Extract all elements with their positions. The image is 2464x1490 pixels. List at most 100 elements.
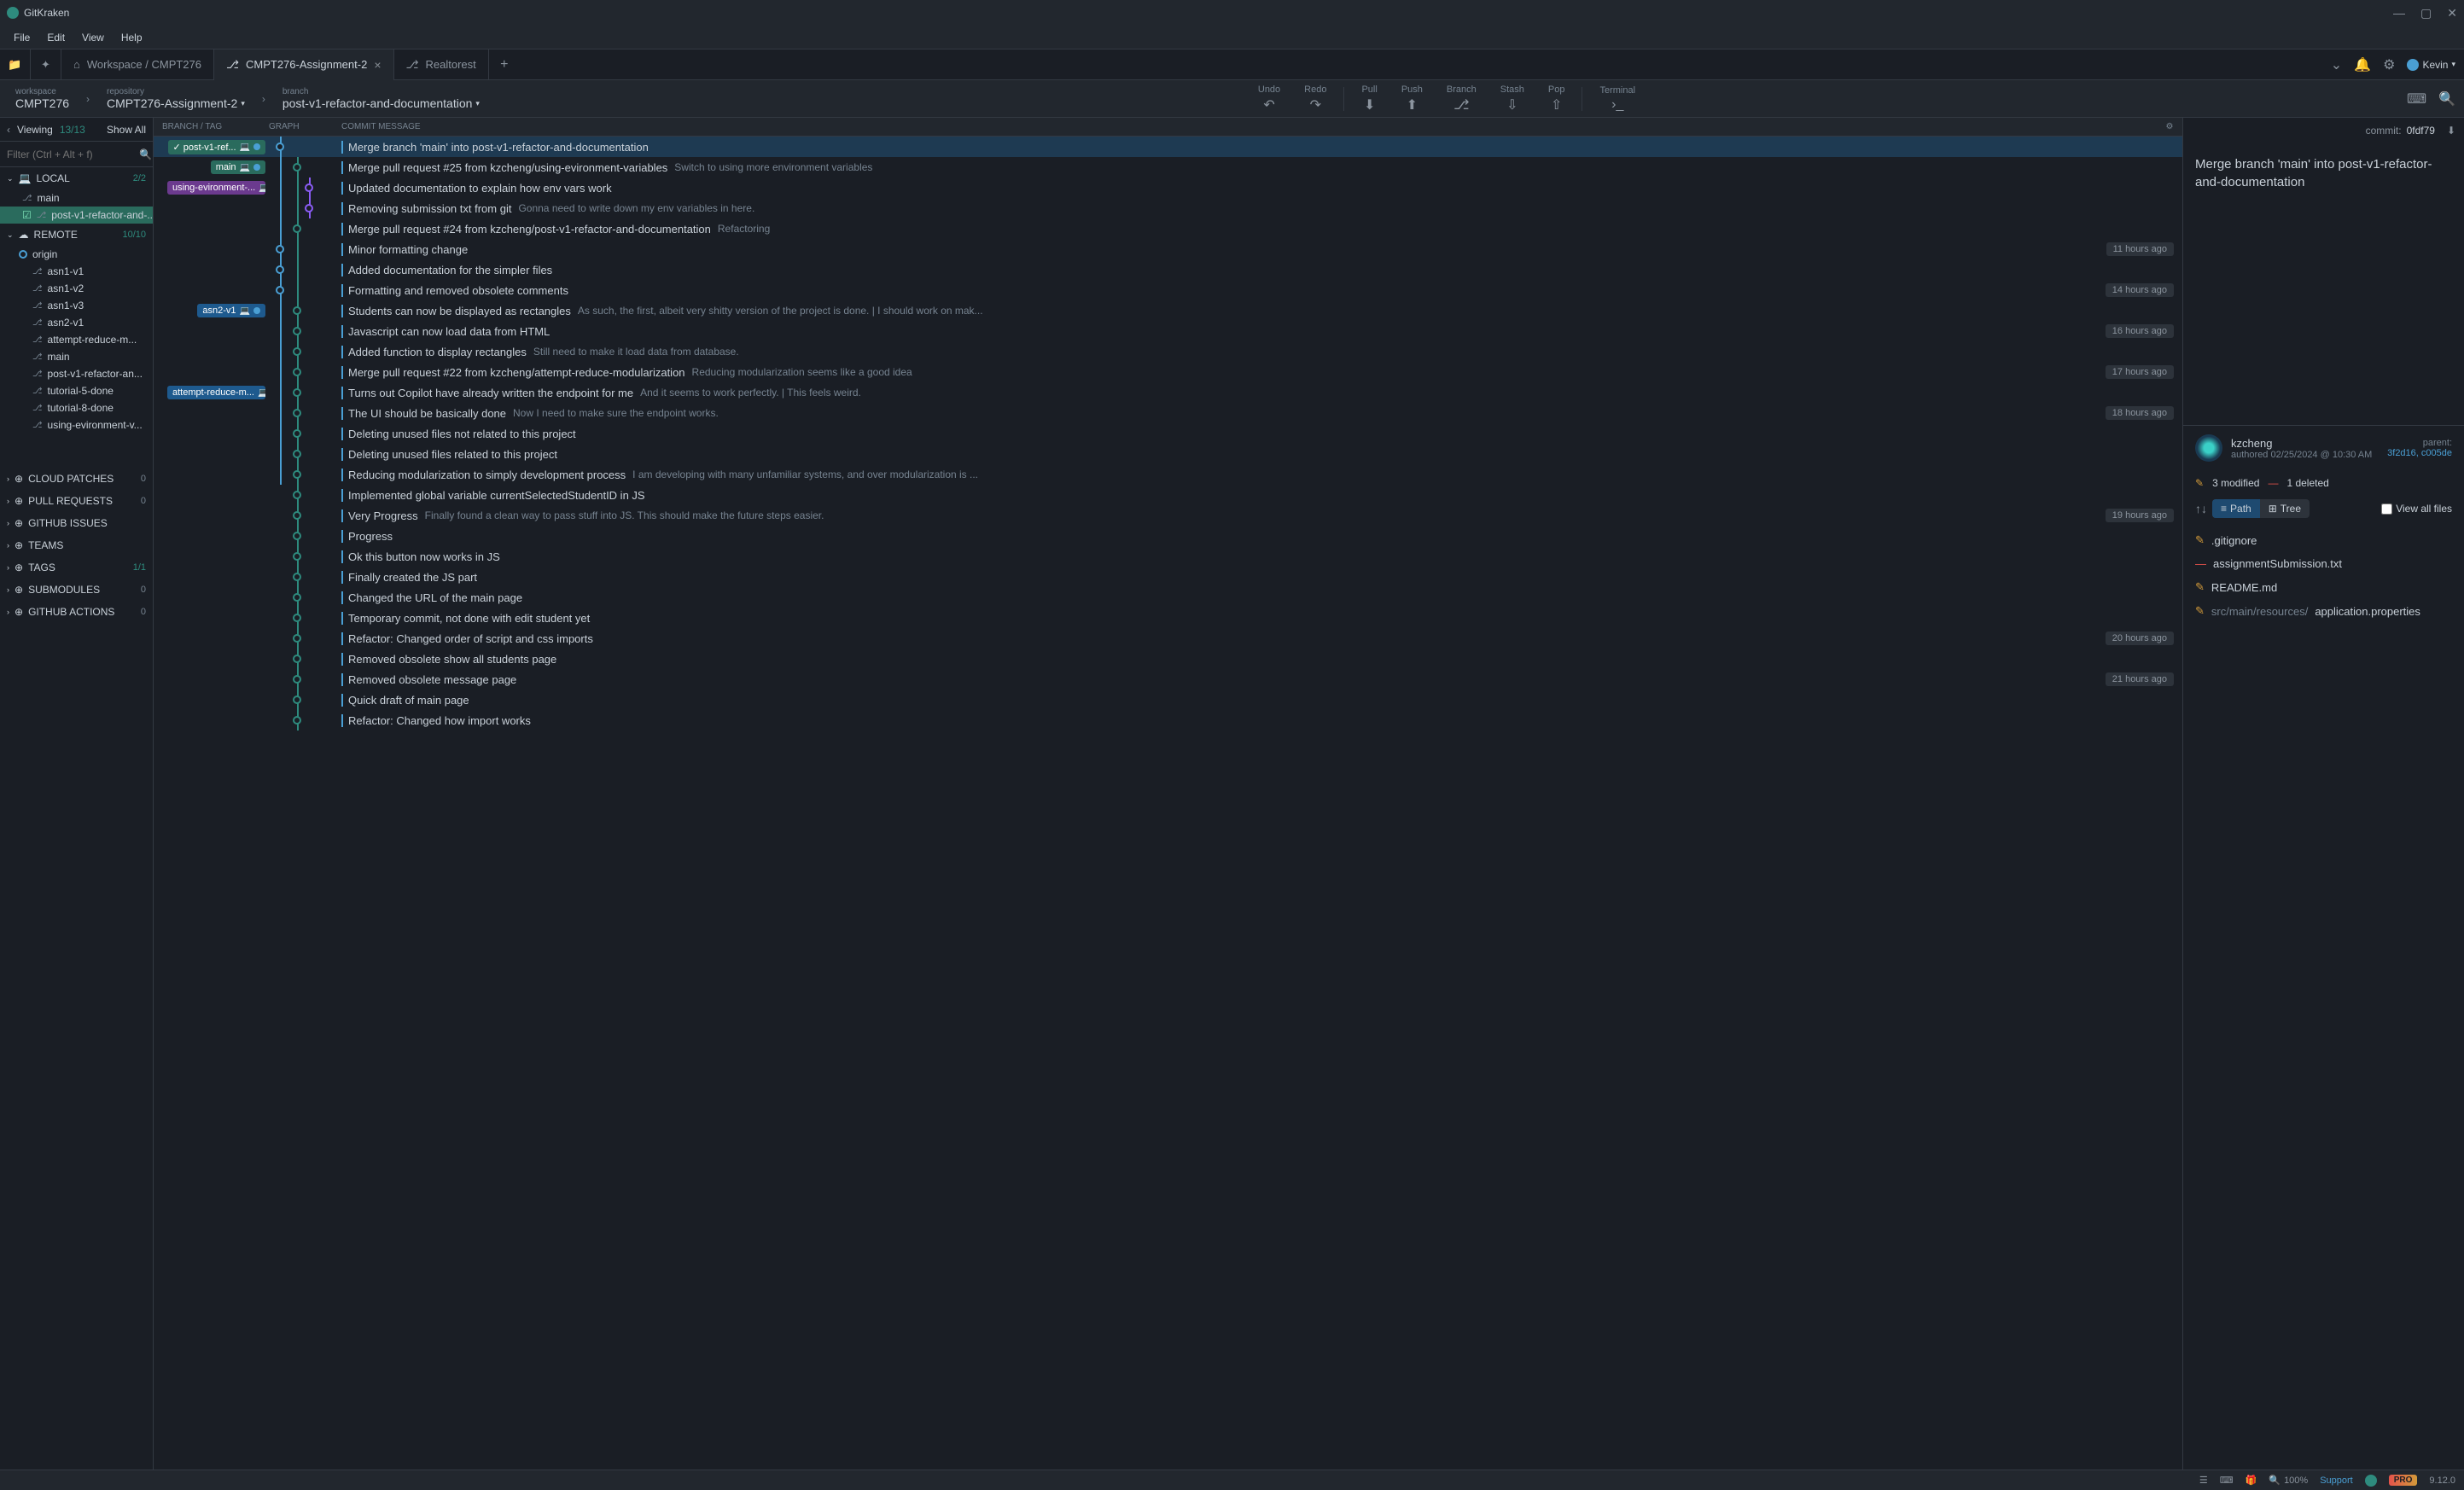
settings-icon[interactable]: ⚙ xyxy=(2383,56,2395,73)
commit-row[interactable]: Refactor: Changed order of script and cs… xyxy=(154,628,2182,649)
close-icon[interactable]: × xyxy=(374,58,381,72)
commit-row[interactable]: Merge pull request #22 from kzcheng/atte… xyxy=(154,362,2182,382)
branch-button[interactable]: Branch⎇ xyxy=(1436,84,1487,113)
commit-row[interactable]: Merge pull request #24 from kzcheng/post… xyxy=(154,218,2182,239)
section-github-actions[interactable]: ›⊕GITHUB ACTIONS0 xyxy=(0,601,153,623)
sidebar-local-branch[interactable]: ⎇ main xyxy=(0,189,153,207)
sidebar-remote-branch[interactable]: ⎇ post-v1-refactor-an... xyxy=(0,365,153,382)
tab-repo[interactable]: ⎇ Realtorest xyxy=(394,49,489,80)
commit-row[interactable]: Finally created the JS part xyxy=(154,567,2182,587)
list-icon[interactable]: ☰ xyxy=(2199,1475,2208,1486)
section-local[interactable]: ⌄💻 LOCAL 2/2 xyxy=(0,167,153,189)
file-row[interactable]: —assignmentSubmission.txt xyxy=(2195,552,2452,575)
search-icon[interactable]: 🔍 xyxy=(2438,90,2455,108)
file-row[interactable]: ✎README.md xyxy=(2195,575,2452,599)
commit-row[interactable]: Added function to display rectanglesStil… xyxy=(154,341,2182,362)
branch-tag[interactable]: attempt-reduce-m... 💻 xyxy=(167,386,265,399)
open-folder-icon[interactable]: 📁 xyxy=(0,49,31,80)
section-github-issues[interactable]: ›⊕GITHUB ISSUES xyxy=(0,512,153,534)
undo-button[interactable]: Undo↶ xyxy=(1248,84,1290,113)
commit-row[interactable]: Quick draft of main page xyxy=(154,690,2182,710)
notifications-icon[interactable]: 🔔 xyxy=(2354,56,2371,73)
minimize-button[interactable]: — xyxy=(2393,6,2405,20)
zoom-control[interactable]: 🔍 100% xyxy=(2269,1475,2308,1486)
terminal-button[interactable]: Terminal›_ xyxy=(1589,85,1646,113)
sidebar-remote-branch[interactable]: ⎇ asn1-v3 xyxy=(0,297,153,314)
file-row[interactable]: ✎.gitignore xyxy=(2195,528,2452,552)
back-button[interactable]: ‹ xyxy=(7,124,10,136)
commit-row[interactable]: attempt-reduce-m... 💻 Turns out Copilot … xyxy=(154,382,2182,403)
commit-row[interactable]: Ok this button now works in JS xyxy=(154,546,2182,567)
commit-row[interactable]: main 💻 Merge pull request #25 from kzche… xyxy=(154,157,2182,178)
sidebar-remote-branch[interactable]: ⎇ asn1-v2 xyxy=(0,280,153,297)
keyboard-icon[interactable]: ⌨ xyxy=(2407,90,2426,108)
commit-row[interactable]: Added documentation for the simpler file… xyxy=(154,259,2182,280)
menu-help[interactable]: Help xyxy=(113,28,151,47)
sidebar-remote-branch[interactable]: ⎇ using-evironment-v... xyxy=(0,416,153,434)
view-all-checkbox[interactable] xyxy=(2381,503,2392,515)
section-cloud-patches[interactable]: ›⊕CLOUD PATCHES0 xyxy=(0,468,153,490)
commit-row[interactable]: Very ProgressFinally found a clean way t… xyxy=(154,505,2182,526)
menu-file[interactable]: File xyxy=(5,28,38,47)
add-tab-button[interactable]: + xyxy=(489,57,520,73)
commit-row[interactable]: Removed obsolete message page21 hours ag… xyxy=(154,669,2182,690)
commit-row[interactable]: Progress xyxy=(154,526,2182,546)
stash-button[interactable]: Stash⇩ xyxy=(1490,84,1535,113)
sort-icon[interactable]: ↑↓ xyxy=(2195,502,2207,515)
sidebar-local-branch[interactable]: ☑ ⎇ post-v1-refactor-and-... xyxy=(0,207,153,224)
filter-input[interactable] xyxy=(7,148,139,160)
maximize-button[interactable]: ▢ xyxy=(2420,6,2432,20)
section-submodules[interactable]: ›⊕SUBMODULES0 xyxy=(0,579,153,601)
commit-row[interactable]: Javascript can now load data from HTML16… xyxy=(154,321,2182,341)
close-button[interactable]: ✕ xyxy=(2447,6,2457,20)
tab-repo-active[interactable]: ⎇ CMPT276-Assignment-2 × xyxy=(214,49,394,80)
commit-row[interactable]: Formatting and removed obsolete comments… xyxy=(154,280,2182,300)
commit-row[interactable]: Reducing modularization to simply develo… xyxy=(154,464,2182,485)
gk-icon[interactable] xyxy=(2365,1475,2377,1487)
commit-row[interactable]: Implemented global variable currentSelec… xyxy=(154,485,2182,505)
parent-commits[interactable]: parent: 3f2d16, c005de xyxy=(2387,438,2452,458)
user-menu[interactable]: Kevin ▾ xyxy=(2407,59,2455,71)
commit-row[interactable]: using-evironment-... 💻 Updated documenta… xyxy=(154,178,2182,198)
commit-row[interactable]: The UI should be basically doneNow I nee… xyxy=(154,403,2182,423)
redo-button[interactable]: Redo↷ xyxy=(1294,84,1337,113)
download-icon[interactable]: ⬇ xyxy=(2447,125,2455,137)
commit-row[interactable]: Changed the URL of the main page xyxy=(154,587,2182,608)
commit-row[interactable]: Deleting unused files not related to thi… xyxy=(154,423,2182,444)
new-tab-icon[interactable]: ✦ xyxy=(31,49,61,80)
view-tree-button[interactable]: ⊞Tree xyxy=(2260,499,2310,518)
crumb-repo[interactable]: repository CMPT276-Assignment-2▾ xyxy=(100,87,252,110)
sidebar-remote-branch[interactable]: ⎇ tutorial-5-done xyxy=(0,382,153,399)
graph-options-icon[interactable]: ⚙ xyxy=(2157,122,2182,131)
section-pull-requests[interactable]: ›⊕PULL REQUESTS0 xyxy=(0,490,153,512)
commit-row[interactable]: Removing submission txt from gitGonna ne… xyxy=(154,198,2182,218)
section-remote[interactable]: ⌄☁ REMOTE 10/10 xyxy=(0,224,153,246)
view-all-files[interactable]: View all files xyxy=(2381,503,2452,515)
gift-icon[interactable]: 🎁 xyxy=(2246,1475,2257,1486)
branch-tag[interactable]: asn2-v1 💻 xyxy=(197,304,265,317)
commit-row[interactable]: ✓ post-v1-ref... 💻 Merge branch 'main' i… xyxy=(154,137,2182,157)
commit-row[interactable]: Refactor: Changed how import works xyxy=(154,710,2182,730)
branch-tag[interactable]: main 💻 xyxy=(211,160,265,174)
commit-hash[interactable]: 0fdf79 xyxy=(2407,125,2435,137)
commit-graph[interactable]: ✓ post-v1-ref... 💻 Merge branch 'main' i… xyxy=(154,137,2182,1470)
chevron-down-icon[interactable]: ⌄ xyxy=(2331,56,2342,73)
section-teams[interactable]: ›⊕TEAMS xyxy=(0,534,153,556)
remote-origin[interactable]: origin xyxy=(0,246,153,263)
support-link[interactable]: Support xyxy=(2320,1475,2353,1486)
commit-row[interactable]: Temporary commit, not done with edit stu… xyxy=(154,608,2182,628)
menu-edit[interactable]: Edit xyxy=(38,28,73,47)
commit-row[interactable]: Removed obsolete show all students page xyxy=(154,649,2182,669)
sidebar-remote-branch[interactable]: ⎇ main xyxy=(0,348,153,365)
sidebar-remote-branch[interactable]: ⎇ asn2-v1 xyxy=(0,314,153,331)
sidebar-remote-branch[interactable]: ⎇ asn1-v1 xyxy=(0,263,153,280)
pull-button[interactable]: Pull⬇ xyxy=(1351,84,1387,113)
branch-tag[interactable]: ✓ post-v1-ref... 💻 xyxy=(168,140,265,154)
sidebar-remote-branch[interactable]: ⎇ tutorial-8-done xyxy=(0,399,153,416)
push-button[interactable]: Push⬆ xyxy=(1391,84,1433,113)
branch-tag[interactable]: using-evironment-... 💻 xyxy=(167,181,265,195)
sidebar-remote-branch[interactable]: ⎇ attempt-reduce-m... xyxy=(0,331,153,348)
tab-workspace[interactable]: ⌂ Workspace / CMPT276 xyxy=(61,49,214,80)
pro-badge[interactable]: PRO xyxy=(2389,1475,2418,1486)
section-tags[interactable]: ›⊕TAGS1/1 xyxy=(0,556,153,579)
